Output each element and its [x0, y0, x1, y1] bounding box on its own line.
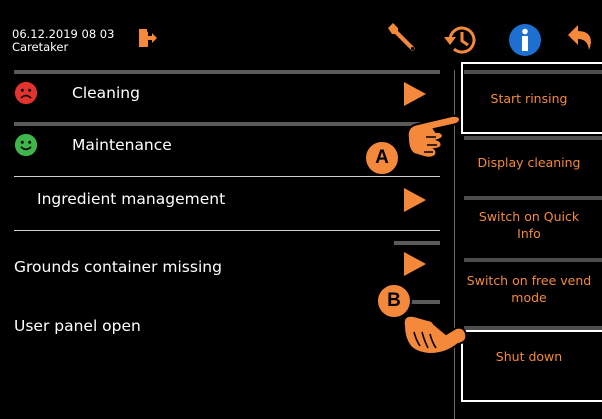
history-icon[interactable]: [441, 20, 481, 60]
cleaning-label: Cleaning: [72, 84, 140, 102]
free-vend-line2: mode: [511, 290, 547, 305]
user-panel-row: User panel open: [14, 304, 440, 352]
button-separator: [464, 196, 602, 200]
quick-info-line2: Info: [517, 226, 541, 241]
quick-info-line1: Switch on Quick: [478, 209, 580, 224]
grounds-container-row[interactable]: Grounds container missing: [14, 244, 440, 292]
section-divider: [14, 176, 440, 177]
callout-b: B: [376, 283, 412, 319]
row-separator: [14, 122, 440, 126]
info-icon[interactable]: [505, 20, 545, 60]
logout-icon[interactable]: [136, 27, 158, 49]
pointing-hand-icon: [406, 114, 462, 159]
free-vend-line1: Switch on free vend: [466, 273, 592, 288]
grounds-container-label: Grounds container missing: [14, 258, 222, 276]
maintenance-label: Maintenance: [72, 136, 172, 154]
button-separator: [464, 136, 602, 140]
wrench-icon[interactable]: [384, 20, 420, 56]
section-divider: [14, 230, 440, 231]
happy-face-icon: [14, 133, 38, 157]
user-role: Caretaker: [12, 40, 69, 54]
ingredient-play-arrow-icon[interactable]: [404, 188, 426, 212]
sad-face-icon: [14, 81, 38, 105]
ingredient-management-label: Ingredient management: [37, 190, 226, 208]
ingredient-management-row[interactable]: Ingredient management: [14, 178, 440, 226]
row-separator: [14, 70, 440, 74]
cleaning-play-arrow-icon[interactable]: [404, 82, 426, 106]
grounds-play-arrow-icon[interactable]: [404, 252, 426, 276]
callout-a: A: [364, 140, 400, 176]
cleaning-row[interactable]: Cleaning: [14, 70, 440, 118]
quick-info-button[interactable]: Switch on Quick Info: [456, 208, 602, 242]
button-separator: [464, 258, 602, 262]
back-icon[interactable]: [561, 20, 601, 60]
highlight-frame-a: [461, 62, 602, 134]
user-panel-label: User panel open: [14, 317, 141, 335]
highlight-frame-b: [461, 330, 602, 402]
free-vend-mode-button[interactable]: Switch on free vend mode: [456, 272, 602, 306]
